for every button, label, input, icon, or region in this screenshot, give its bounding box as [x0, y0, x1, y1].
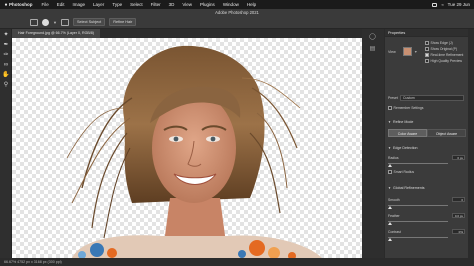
menu-bar: ● Photoshop File Edit Image Layer Type S…	[0, 0, 474, 9]
selection-mode-icon[interactable]	[30, 18, 38, 26]
view-mode-thumbnail[interactable]	[403, 47, 412, 56]
high-quality-preview-checkbox[interactable]: High Quality Preview	[425, 59, 462, 63]
feather-slider[interactable]	[388, 221, 448, 222]
menu-help[interactable]: Help	[247, 2, 256, 7]
brush-size-icon[interactable]	[42, 18, 49, 26]
menu-type[interactable]: Type	[112, 2, 122, 7]
tools-panel: ✦ ✒ ✑ ∞ ✋ ⚲	[0, 29, 12, 258]
menu-layer[interactable]: Layer	[93, 2, 104, 7]
refine-edge-brush-icon[interactable]: ✒	[2, 41, 10, 49]
contrast-value-field[interactable]: 0%	[452, 229, 465, 234]
chevron-down-icon[interactable]: ▼	[414, 50, 418, 54]
view-label: View	[388, 50, 396, 54]
title-bar: Adobe Photoshop 2021 ▼ Select Subject Re…	[0, 9, 474, 29]
quick-selection-tool-icon[interactable]: ✦	[2, 31, 10, 39]
status-menu-area: ≈ Tue 29 Jun	[432, 0, 470, 9]
radius-slider-knob[interactable]	[388, 164, 392, 167]
window-title: Adobe Photoshop 2021	[215, 10, 259, 15]
contrast-slider-knob[interactable]	[388, 238, 392, 241]
brush-tool-icon[interactable]: ✑	[2, 51, 10, 59]
canvas[interactable]	[12, 38, 362, 258]
radius-label: Radius	[388, 156, 399, 160]
feather-slider-knob[interactable]	[388, 222, 392, 225]
menu-filter[interactable]: Filter	[151, 2, 161, 7]
object-aware-button[interactable]: Object Aware	[427, 129, 466, 137]
menu-file[interactable]: File	[42, 2, 49, 7]
smooth-slider-knob[interactable]	[388, 206, 392, 209]
show-original-checkbox[interactable]: Show Original (P)	[425, 47, 457, 51]
refine-hair-button[interactable]: Refine Hair	[109, 18, 137, 26]
hand-tool-icon[interactable]: ✋	[2, 71, 10, 79]
global-refinements-section[interactable]: ▼ Global Refinements	[388, 186, 425, 190]
preset-select[interactable]: Custom	[400, 95, 464, 101]
document-tab[interactable]: Hair Foreground.jpg @ 66.7% (Layer 0, RG…	[12, 29, 100, 38]
chevron-down-icon[interactable]: ▼	[53, 20, 57, 25]
radius-value-field[interactable]: 0 px	[452, 155, 465, 160]
radius-slider[interactable]	[388, 163, 448, 164]
menu-image[interactable]: Image	[73, 2, 86, 7]
menu-view[interactable]: View	[182, 2, 192, 7]
show-edge-checkbox[interactable]: Show Edge (J)	[425, 41, 453, 45]
sample-all-layers-icon[interactable]	[60, 18, 69, 26]
color-aware-button[interactable]: Color Aware	[388, 129, 427, 137]
refine-mode-toggle: Color Aware Object Aware	[388, 129, 466, 137]
lasso-tool-icon[interactable]: ∞	[2, 61, 10, 69]
select-subject-button[interactable]: Select Subject	[72, 18, 106, 26]
document-tabs: Hair Foreground.jpg @ 66.7% (Layer 0, RG…	[12, 29, 362, 38]
zoom-tool-icon[interactable]: ⚲	[2, 81, 10, 89]
layers-icon[interactable]: ▤	[368, 45, 377, 53]
properties-panel: Properties View ▼ Show Edge (J) Show Ori…	[384, 29, 468, 258]
history-icon[interactable]: ◯	[368, 33, 377, 41]
clock[interactable]: Tue 29 Jun	[448, 2, 470, 7]
smooth-slider[interactable]	[388, 205, 448, 206]
panel-dock: ◯ ▤	[362, 29, 384, 258]
menu-select[interactable]: Select	[130, 2, 143, 7]
smooth-label: Smooth	[388, 198, 400, 202]
wifi-icon[interactable]: ≈	[441, 2, 443, 7]
menu-3d[interactable]: 3D	[169, 2, 175, 7]
display-icon[interactable]	[432, 2, 438, 7]
menu-app-name[interactable]: Photoshop	[9, 2, 33, 7]
properties-header: Properties	[385, 29, 468, 37]
panel-scrollbar[interactable]	[468, 29, 474, 258]
smart-radius-checkbox[interactable]: Smart Radius	[388, 170, 414, 174]
contrast-slider[interactable]	[388, 237, 448, 238]
view-mode-row: View ▼ Show Edge (J) Show Original (P) R…	[388, 41, 468, 69]
status-bar: 66.67% 4752 px x 3168 px (300 ppi)	[0, 258, 474, 266]
contrast-label: Contrast	[388, 230, 401, 234]
smooth-value-field[interactable]: 0	[452, 197, 465, 202]
menu-edit[interactable]: Edit	[57, 2, 65, 7]
preset-label: Preset	[388, 96, 398, 100]
feather-label: Feather	[388, 214, 400, 218]
menu-window[interactable]: Window	[223, 2, 239, 7]
remember-settings-checkbox[interactable]: Remember Settings	[388, 106, 423, 110]
subject-image	[66, 45, 322, 258]
real-time-refinement-checkbox[interactable]: Real-time Refinement	[425, 53, 463, 57]
feather-value-field[interactable]: 0.0 px	[452, 213, 465, 218]
options-bar: ▼ Select Subject Refine Hair	[30, 16, 137, 28]
menu-plugins[interactable]: Plugins	[200, 2, 215, 7]
preset-row: Preset Custom	[388, 95, 468, 102]
refine-mode-section[interactable]: ▼ Refine Mode	[388, 120, 413, 124]
edge-detection-section[interactable]: ▼ Edge Detection	[388, 146, 418, 150]
